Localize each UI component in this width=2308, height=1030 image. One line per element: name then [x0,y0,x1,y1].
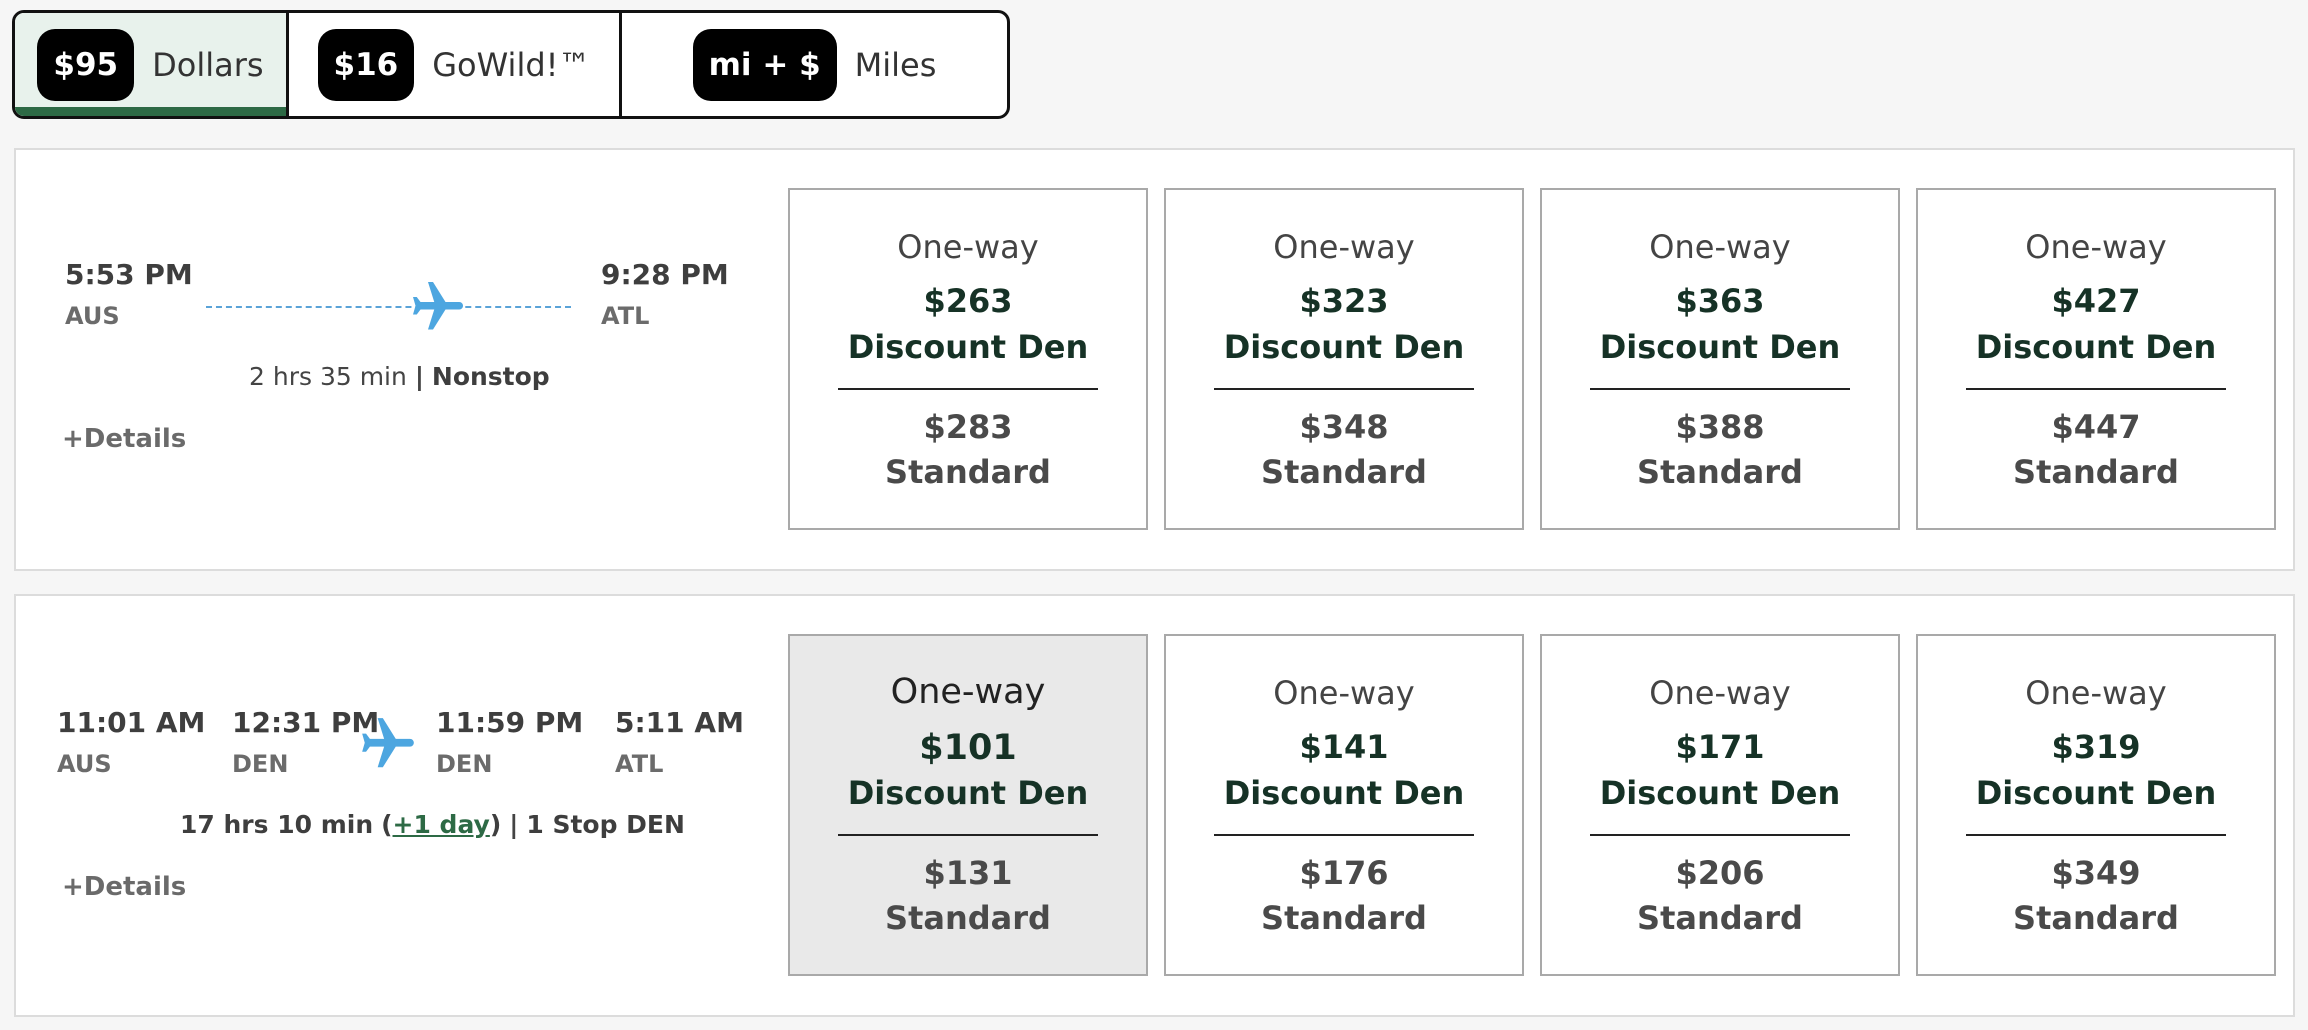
fare-option[interactable]: One-way $263 Discount Den $283 Standard [788,188,1148,530]
fare-option[interactable]: One-way $427 Discount Den $447 Standard [1916,188,2276,530]
divider [1214,834,1474,836]
standard-price: $348 [1299,408,1389,446]
discount-price: $141 [1299,728,1389,766]
separator: | [509,810,519,839]
standard-price: $349 [2051,854,2141,892]
duration-text: 2 hrs 35 min [249,362,407,391]
standard-price: $283 [923,408,1013,446]
flight-row: 11:01 AM AUS 12:31 PM DEN 11:59 PM DEN 5… [14,594,2295,1017]
fare-option[interactable]: One-way $171 Discount Den $206 Standard [1540,634,1900,976]
airplane-icon [406,277,470,337]
tab-dollars[interactable]: $95 Dollars [15,13,286,116]
discount-price: $171 [1675,728,1765,766]
standard-label: Standard [1637,453,1803,491]
depart-airport: AUS [57,750,112,778]
discount-label: Discount Den [847,774,1089,812]
discount-price: $319 [2051,728,2141,766]
discount-label: Discount Den [847,328,1089,366]
tab-price-badge: $95 [37,28,135,101]
standard-price: $131 [923,854,1013,892]
fare-type: One-way [890,672,1046,712]
discount-label: Discount Den [1223,328,1465,366]
stops-text: 1 Stop DEN [526,810,685,839]
divider [1590,834,1850,836]
discount-price: $427 [2051,282,2141,320]
fare-type: One-way [2025,674,2167,712]
plus-day-link[interactable]: +1 day [393,810,490,839]
standard-price: $206 [1675,854,1765,892]
flight-row: 5:53 PM AUS 9:28 PM ATL 2 hrs 35 min | N… [14,148,2295,571]
separator: | [414,362,424,391]
arrive-airport: ATL [601,302,650,330]
divider [1590,388,1850,390]
discount-price: $263 [923,282,1013,320]
tab-miles[interactable]: mi + $ Miles [619,13,1007,116]
discount-price: $101 [919,728,1017,768]
discount-price: $323 [1299,282,1389,320]
divider [1966,388,2226,390]
stops-text: Nonstop [431,362,550,391]
fare-currency-tabs: $95 Dollars $16 GoWild!™ mi + $ Miles [12,10,1010,119]
divider [838,834,1098,836]
fare-option[interactable]: One-way $363 Discount Den $388 Standard [1540,188,1900,530]
flight-duration-summary: 2 hrs 35 min | Nonstop [249,362,550,391]
fare-type: One-way [1273,228,1415,266]
standard-label: Standard [2013,899,2179,937]
discount-label: Discount Den [1599,774,1841,812]
tab-label: Miles [854,45,937,84]
duration-text: 17 hrs 10 min [180,810,374,839]
discount-label: Discount Den [1599,328,1841,366]
standard-label: Standard [885,453,1051,491]
details-link[interactable]: +Details [62,424,186,454]
fare-option-selected[interactable]: One-way $101 Discount Den $131 Standard [788,634,1148,976]
flight-duration-summary: 17 hrs 10 min (+1 day) | 1 Stop DEN [180,810,685,839]
standard-label: Standard [2013,453,2179,491]
standard-label: Standard [1261,453,1427,491]
fare-option[interactable]: One-way $323 Discount Den $348 Standard [1164,188,1524,530]
fare-type: One-way [1649,674,1791,712]
standard-price: $388 [1675,408,1765,446]
connection-depart-time: 11:59 PM [436,706,584,739]
discount-label: Discount Den [1975,328,2217,366]
fare-type: One-way [1273,674,1415,712]
connection-arrive-airport: DEN [232,750,289,778]
tab-label: GoWild!™ [432,45,591,84]
discount-label: Discount Den [1975,774,2217,812]
fare-type: One-way [1649,228,1791,266]
discount-label: Discount Den [1223,774,1465,812]
tab-gowild[interactable]: $16 GoWild!™ [286,13,619,116]
fare-option[interactable]: One-way $319 Discount Den $349 Standard [1916,634,2276,976]
fare-type: One-way [897,228,1039,266]
details-link[interactable]: +Details [62,872,186,902]
tab-label: Dollars [152,45,264,84]
fare-option[interactable]: One-way $141 Discount Den $176 Standard [1164,634,1524,976]
tab-price-badge: mi + $ [692,28,837,101]
depart-time: 11:01 AM [57,706,206,739]
standard-label: Standard [1637,899,1803,937]
fare-type: One-way [2025,228,2167,266]
divider [838,388,1098,390]
divider [1966,834,2226,836]
discount-price: $363 [1675,282,1765,320]
airplane-icon [355,713,421,775]
standard-price: $176 [1299,854,1389,892]
arrive-time: 9:28 PM [601,258,729,291]
connection-depart-airport: DEN [436,750,493,778]
tab-price-badge: $16 [317,28,415,101]
depart-time: 5:53 PM [65,258,193,291]
depart-airport: AUS [65,302,120,330]
divider [1214,388,1474,390]
standard-label: Standard [1261,899,1427,937]
arrive-airport: ATL [615,750,664,778]
standard-price: $447 [2051,408,2141,446]
arrive-time: 5:11 AM [615,706,744,739]
route-line [206,306,571,308]
standard-label: Standard [885,899,1051,937]
